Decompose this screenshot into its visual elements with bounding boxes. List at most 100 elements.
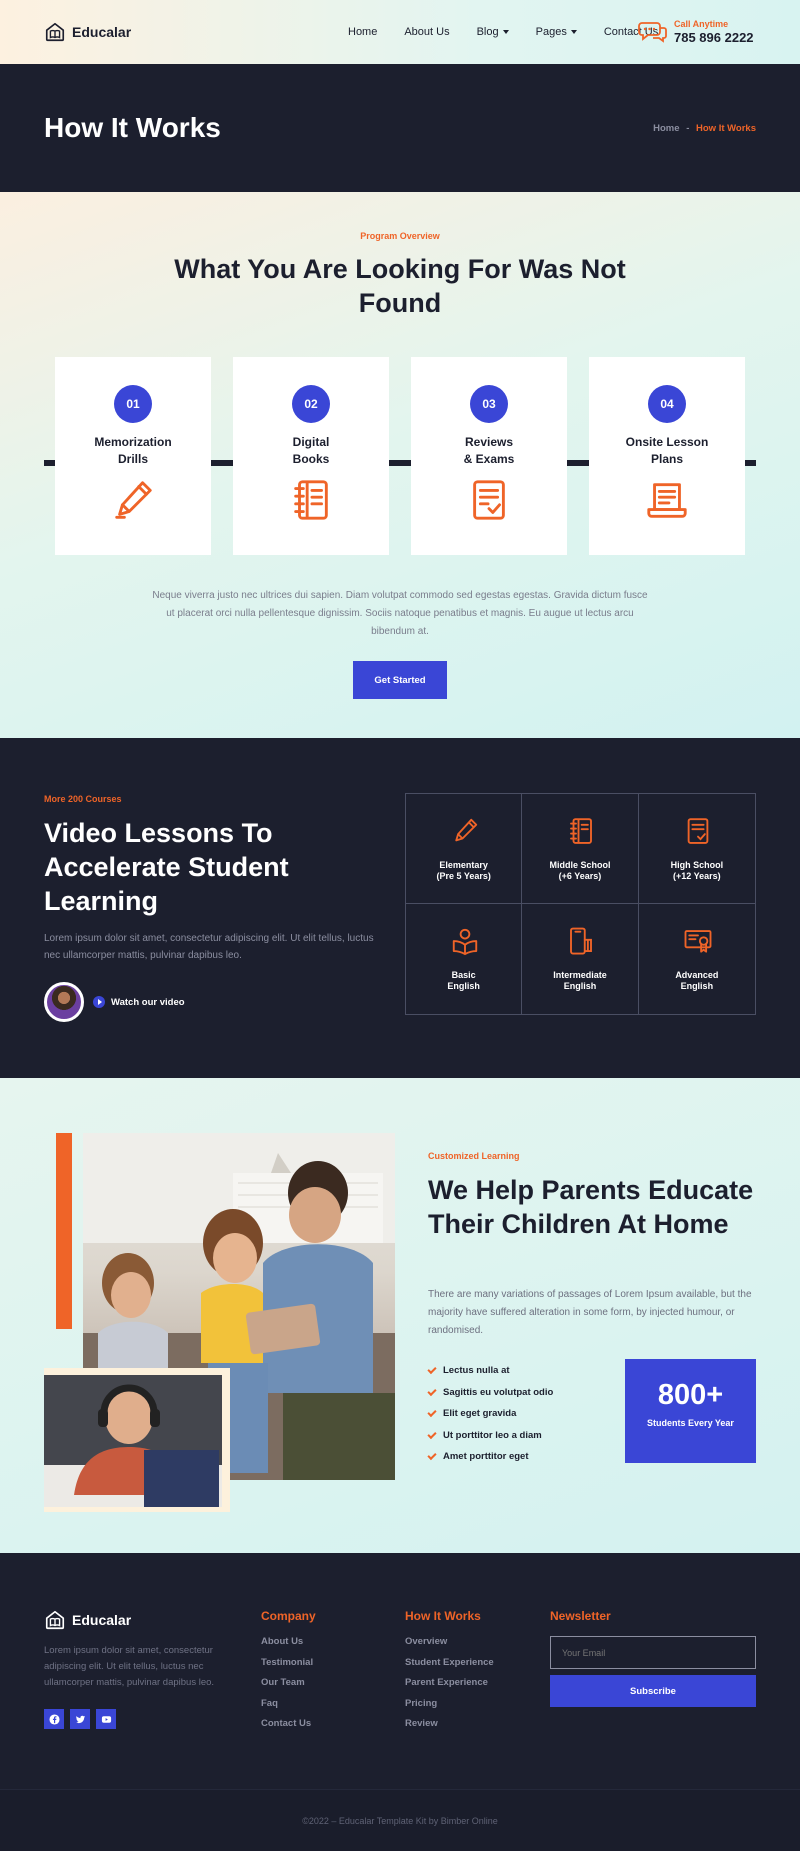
footer-link[interactable]: Our Team	[261, 1677, 316, 1698]
watch-video-link[interactable]: Watch our video	[93, 996, 185, 1008]
footer-about: Lorem ipsum dolor sit amet, consectetur …	[44, 1645, 215, 1688]
footer-link[interactable]: Pricing	[405, 1698, 494, 1719]
check-icon	[427, 1429, 437, 1439]
breadcrumb-current: How It Works	[696, 123, 756, 134]
step-title: Onsite Lesson Plans	[625, 435, 709, 466]
parents-section: Customized Learning We Help Parents Educ…	[0, 1078, 800, 1553]
course-label: Middle School (+6 Years)	[549, 860, 611, 881]
list-item: Amet porttitor eget	[427, 1446, 553, 1468]
footer-link[interactable]: Review	[405, 1718, 494, 1739]
pencil-icon	[115, 481, 152, 519]
feature-list: Lectus nulla at Sagittis eu volutpat odi…	[427, 1360, 553, 1468]
youtube-icon	[101, 1715, 111, 1723]
stat-label: Students Every Year	[647, 1418, 734, 1428]
overview-description: Neque viverra justo nec ultrices dui sap…	[152, 590, 648, 637]
course-cell[interactable]: High School (+12 Years)	[638, 794, 755, 904]
call-box[interactable]: Call Anytime 785 896 2222	[638, 19, 754, 45]
stat-number: 800+	[657, 1379, 724, 1411]
nav-pages[interactable]: Pages	[536, 26, 577, 38]
footer-link[interactable]: Student Experience	[405, 1657, 494, 1678]
footer-link[interactable]: Faq	[261, 1698, 316, 1719]
facebook-icon	[48, 1713, 60, 1725]
avatar	[44, 982, 84, 1022]
course-cell[interactable]: Basic English	[406, 904, 523, 1014]
chevron-down-icon	[502, 30, 509, 34]
get-started-button[interactable]: Get Started	[353, 661, 447, 699]
reader-icon	[452, 928, 478, 956]
step-number: 02	[292, 385, 330, 423]
site-footer: Educalar Lorem ipsum dolor sit amet, con…	[0, 1553, 800, 1851]
list-item: Ut porttitor leo a diam	[427, 1425, 553, 1447]
footer-link[interactable]: Parent Experience	[405, 1677, 494, 1698]
footer-how-title: How It Works	[405, 1609, 481, 1623]
course-label: Advanced English	[675, 970, 719, 991]
lessons-eyebrow: More 200 Courses	[44, 794, 122, 804]
chevron-down-icon	[570, 30, 577, 34]
nav-about-label: About Us	[404, 26, 450, 38]
course-label: Elementary (Pre 5 Years)	[436, 860, 491, 881]
footer-newsletter-column: Newsletter	[550, 1609, 611, 1636]
boy-with-headphones-photo	[44, 1375, 222, 1507]
footer-logo[interactable]: Educalar	[44, 1609, 131, 1631]
footer-link[interactable]: About Us	[261, 1636, 316, 1657]
breadcrumb: Home - How It Works	[653, 123, 756, 134]
subscribe-button[interactable]: Subscribe	[550, 1675, 756, 1707]
breadcrumb-home[interactable]: Home	[653, 123, 679, 134]
course-cell[interactable]: Middle School (+6 Years)	[522, 794, 639, 904]
step-number: 01	[114, 385, 152, 423]
course-label: High School (+12 Years)	[670, 860, 724, 881]
footer-company-column: Company About Us Testimonial Our Team Fa…	[261, 1609, 316, 1739]
nav-about[interactable]: About Us	[404, 26, 449, 38]
nav-blog[interactable]: Blog	[477, 26, 509, 38]
watch-video-label: Watch our video	[111, 996, 185, 1008]
step-title: Reviews & Exams	[463, 435, 515, 466]
check-icon	[427, 1386, 437, 1396]
footer-link[interactable]: Testimonial	[261, 1657, 316, 1678]
twitter-link[interactable]	[70, 1709, 90, 1729]
step-card: 02 Digital Books	[233, 357, 389, 555]
lessons-description: Lorem ipsum dolor sit amet, consectetur …	[44, 933, 374, 961]
list-item: Sagittis eu volutpat odio	[427, 1382, 553, 1404]
decorative-bar	[56, 1133, 72, 1329]
call-number[interactable]: 785 896 2222	[674, 30, 754, 45]
page-hero: How It Works Home - How It Works	[0, 64, 800, 192]
checklist-icon	[687, 818, 708, 844]
parents-description: There are many variations of passages of…	[428, 1289, 752, 1336]
course-label: Intermediate English	[553, 970, 607, 991]
house-book-icon	[45, 22, 65, 42]
nav-home-label: Home	[348, 26, 378, 38]
newsletter-title: Newsletter	[550, 1609, 611, 1623]
email-field[interactable]	[550, 1636, 756, 1669]
logo-text: Educalar	[72, 24, 132, 40]
pencil-icon	[455, 818, 478, 842]
call-label: Call Anytime	[674, 19, 729, 29]
program-overview: Program Overview What You Are Looking Fo…	[0, 192, 800, 738]
laptop-book-icon	[647, 483, 687, 518]
facebook-link[interactable]	[44, 1709, 64, 1729]
course-grid: Elementary (Pre 5 Years) Middle School (+6…	[405, 793, 756, 1015]
copyright-bar: ©2022 – Educalar Template Kit by Bimber …	[0, 1789, 800, 1851]
footer-link[interactable]: Overview	[405, 1636, 494, 1657]
nav-blog-label: Blog	[476, 26, 499, 38]
footer-link[interactable]: Contact Us	[261, 1718, 316, 1739]
page-title: How It Works	[44, 112, 221, 143]
notebook-icon	[294, 480, 328, 520]
footer-logo-text: Educalar	[72, 1612, 132, 1628]
nav-home[interactable]: Home	[348, 26, 377, 38]
parents-title: We Help Parents Educate Their Children A…	[428, 1175, 754, 1239]
list-item: Lectus nulla at	[427, 1360, 553, 1382]
logo[interactable]: Educalar	[44, 21, 131, 43]
step-title: Digital Books	[292, 435, 330, 466]
course-cell[interactable]: Advanced English	[639, 904, 755, 1014]
twitter-icon	[75, 1715, 85, 1723]
course-cell[interactable]: Intermediate English	[522, 904, 639, 1014]
youtube-link[interactable]	[96, 1709, 116, 1729]
course-cell[interactable]: Elementary (Pre 5 Years)	[406, 794, 523, 904]
footer-company-title: Company	[261, 1609, 316, 1623]
check-icon	[427, 1365, 437, 1375]
certificate-icon	[684, 930, 712, 953]
check-icon	[427, 1451, 437, 1461]
site-header: Educalar Home About Us Blog Pages Contac…	[0, 0, 800, 64]
course-label: Basic English	[447, 970, 480, 991]
step-card: 03 Reviews & Exams	[411, 357, 567, 555]
